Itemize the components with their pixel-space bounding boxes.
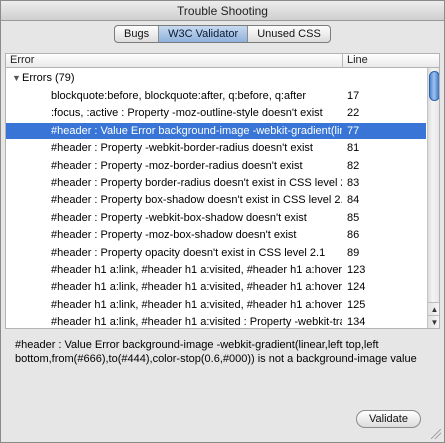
error-row[interactable]: #header : Property border-radius doesn't…	[6, 175, 426, 191]
line-number-cell: 89	[347, 246, 360, 259]
error-message-cell: #header : Property -webkit-box-shadow do…	[51, 211, 307, 224]
line-number-cell: 83	[347, 177, 360, 189]
error-row[interactable]: #header h1 a:link, #header h1 a:visited,…	[6, 262, 426, 278]
error-message-cell: #header h1 a:link, #header h1 a:visited,…	[51, 264, 342, 276]
vertical-scrollbar[interactable]: ▲ ▼	[427, 68, 439, 328]
error-message-cell: #header : Property box-shadow doesn't ex…	[51, 194, 342, 207]
table-header: Error Line	[5, 53, 440, 68]
line-number-cell: 81	[347, 142, 360, 155]
tab-bugs[interactable]: Bugs	[115, 26, 158, 42]
tab-unused-css[interactable]: Unused CSS	[247, 26, 330, 42]
scroll-down-arrow-icon[interactable]: ▼	[428, 315, 439, 328]
error-message-cell: #header : Value Error background-image -…	[51, 124, 342, 137]
error-row[interactable]: #header : Property -webkit-box-shadow do…	[6, 210, 426, 226]
error-row[interactable]: #header h1 a:link, #header h1 a:visited,…	[6, 297, 426, 313]
error-row[interactable]: #header : Property -moz-border-radius do…	[6, 158, 426, 174]
line-number-cell: 82	[347, 159, 360, 172]
line-number-cell: 84	[347, 194, 360, 207]
errors-group-row[interactable]: ▼Errors (79)	[6, 70, 426, 86]
line-number-cell: 134	[347, 316, 366, 329]
column-header-error[interactable]: Error	[6, 54, 343, 67]
error-message-cell: #header : Property -webkit-border-radius…	[51, 142, 313, 155]
error-message-cell: blockquote:before, blockquote:after, q:b…	[51, 90, 307, 102]
tab-w3c-validator[interactable]: W3C Validator	[158, 26, 248, 42]
scroll-arrows: ▲ ▼	[428, 302, 439, 328]
error-message-cell: #header h1 a:link, #header h1 a:visited,…	[51, 281, 342, 294]
error-row[interactable]: blockquote:before, blockquote:after, q:b…	[6, 88, 426, 104]
error-row[interactable]: #header : Property box-shadow doesn't ex…	[6, 192, 426, 208]
error-message-cell: :focus, :active : Property -moz-outline-…	[51, 107, 323, 120]
window-title: Trouble Shooting	[1, 1, 444, 21]
error-row[interactable]: #header : Property -moz-box-shadow doesn…	[6, 227, 426, 243]
validate-button[interactable]: Validate	[356, 410, 421, 428]
error-message-cell: #header : Property opacity doesn't exist…	[51, 246, 326, 259]
line-number-cell: 85	[347, 211, 360, 224]
line-number-cell: 125	[347, 298, 366, 311]
error-row[interactable]: #header h1 a:link, #header h1 a:visited …	[6, 314, 426, 329]
error-row[interactable]: #header : Property opacity doesn't exist…	[6, 245, 426, 261]
error-row[interactable]: #header : Value Error background-image -…	[6, 122, 426, 139]
error-message-cell: #header h1 a:link, #header h1 a:visited,…	[51, 298, 342, 311]
trouble-shooting-window: Trouble Shooting Bugs W3C Validator Unus…	[0, 0, 445, 443]
error-message-cell: #header : Property border-radius doesn't…	[51, 177, 342, 189]
error-message-cell: #header h1 a:link, #header h1 a:visited …	[51, 316, 342, 329]
error-detail-text: #header : Value Error background-image -…	[15, 339, 417, 365]
scroll-up-arrow-icon[interactable]: ▲	[428, 302, 439, 315]
line-number-cell: 124	[347, 281, 366, 294]
error-row[interactable]: #header h1 a:link, #header h1 a:visited,…	[6, 279, 426, 295]
error-row[interactable]: :focus, :active : Property -moz-outline-…	[6, 105, 426, 121]
errors-group-label: Errors (79)	[22, 72, 75, 84]
disclosure-triangle-icon[interactable]: ▼	[12, 70, 22, 86]
column-header-line[interactable]: Line	[343, 54, 423, 67]
line-number-cell: 77	[347, 124, 360, 137]
tab-bar: Bugs W3C Validator Unused CSS	[1, 21, 444, 48]
error-message-cell: #header : Property -moz-border-radius do…	[51, 159, 303, 172]
resize-grip-icon[interactable]	[431, 429, 441, 439]
error-message-cell: #header : Property -moz-box-shadow doesn…	[51, 229, 297, 242]
line-number-cell: 123	[347, 264, 366, 276]
scrollbar-thumb[interactable]	[429, 71, 439, 101]
error-list[interactable]: ▼Errors (79) blockquote:before, blockquo…	[5, 68, 440, 329]
segmented-control: Bugs W3C Validator Unused CSS	[114, 25, 331, 43]
line-number-cell: 22	[347, 107, 360, 120]
error-row[interactable]: #header : Property -webkit-border-radius…	[6, 140, 426, 156]
line-number-cell: 86	[347, 229, 360, 242]
line-number-cell: 17	[347, 90, 360, 102]
